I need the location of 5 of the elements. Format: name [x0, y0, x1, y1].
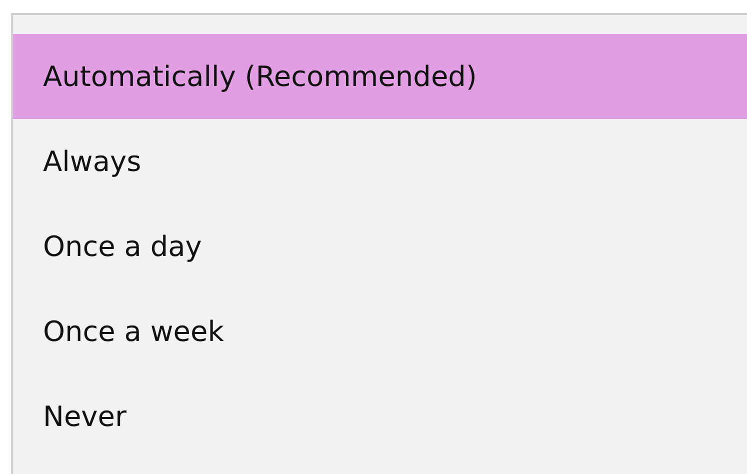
- dropdown-option[interactable]: Once a day: [13, 204, 747, 289]
- dropdown-option[interactable]: Never: [13, 374, 747, 459]
- dropdown-option[interactable]: Automatically (Recommended): [13, 34, 747, 119]
- dropdown-option[interactable]: Always: [13, 119, 747, 204]
- dropdown-option[interactable]: Once a week: [13, 289, 747, 374]
